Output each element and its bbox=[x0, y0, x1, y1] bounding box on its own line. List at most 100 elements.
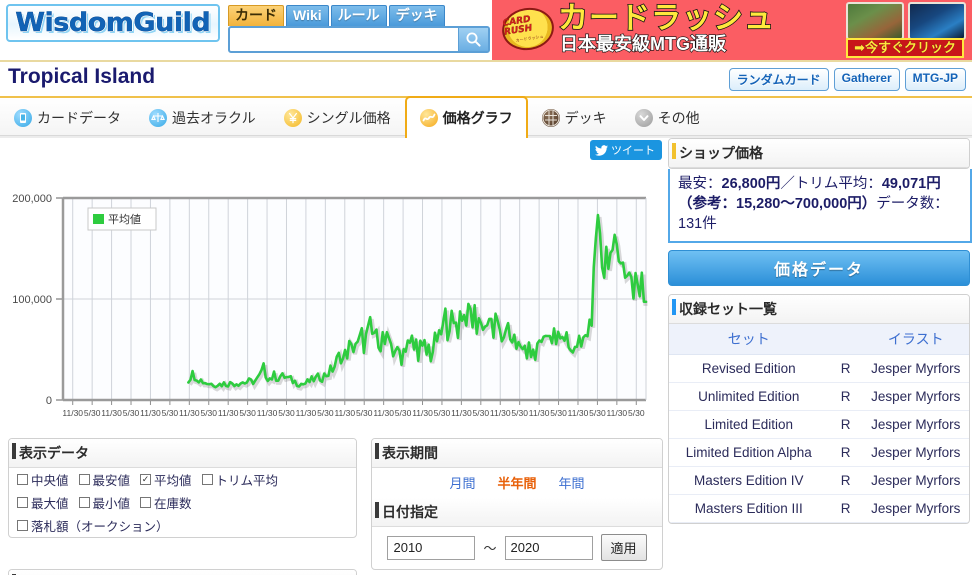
table-row[interactable]: Unlimited Edition R Jesper Myrfors bbox=[669, 382, 969, 411]
checkbox-label: 最小値 bbox=[92, 497, 131, 511]
sets-table-header: セット イラスト bbox=[669, 324, 969, 355]
chevron-down-icon bbox=[634, 109, 653, 127]
site-logo[interactable]: WisdomGuild bbox=[6, 4, 220, 42]
svg-text:11/30: 11/30 bbox=[529, 408, 550, 418]
set-name[interactable]: Unlimited Edition bbox=[669, 382, 829, 411]
set-name[interactable]: Masters Edition III bbox=[669, 494, 829, 523]
banner-title: カードラッシュ bbox=[557, 1, 775, 36]
checkbox-中央値[interactable]: 中央値 bbox=[17, 470, 69, 489]
checkbox-トリム平均[interactable]: トリム平均 bbox=[201, 470, 278, 489]
display-data-row-0: 中央値 最安値 ✓ 平均値 トリム平均 bbox=[9, 468, 356, 491]
checkbox-box[interactable] bbox=[17, 520, 28, 531]
yen-price-icon bbox=[283, 109, 302, 127]
set-name[interactable]: Revised Edition bbox=[669, 354, 829, 383]
period-link-2[interactable]: 年間 bbox=[559, 473, 585, 492]
tab-2[interactable]: シングル価格 bbox=[270, 98, 405, 138]
svg-text:11/30: 11/30 bbox=[334, 408, 355, 418]
checkbox-在庫数[interactable]: 在庫数 bbox=[140, 493, 192, 512]
tab-1[interactable]: 過去オラクル bbox=[135, 98, 270, 138]
card-data-icon bbox=[14, 109, 32, 127]
svg-text:11/30: 11/30 bbox=[62, 408, 83, 418]
checkbox-box[interactable] bbox=[140, 497, 152, 508]
svg-text:5/30: 5/30 bbox=[278, 408, 295, 418]
search-button[interactable] bbox=[458, 28, 488, 51]
svg-text:5/30: 5/30 bbox=[123, 408, 140, 418]
nav-tab-1[interactable]: Wiki bbox=[286, 5, 329, 26]
period-link-0[interactable]: 月間 bbox=[449, 473, 475, 492]
period-title: 表示期間 bbox=[372, 439, 662, 468]
svg-text:5/30: 5/30 bbox=[473, 408, 490, 418]
table-row[interactable]: Revised Edition R Jesper Myrfors bbox=[669, 354, 969, 383]
tweet-button[interactable]: ツイート bbox=[590, 140, 662, 160]
table-row[interactable]: Limited Edition Alpha R Jesper Myrfors bbox=[669, 438, 969, 467]
tool-button-0[interactable]: ランダムカード bbox=[728, 68, 829, 91]
set-name[interactable]: Limited Edition bbox=[669, 410, 829, 439]
main-content: ツイート 0 100,000 200,000 平均値 11/30 5/30 11/30 5/3… bbox=[0, 138, 972, 575]
display-scale-title: 表示スケール bbox=[9, 570, 356, 575]
tab-label: デッキ bbox=[564, 110, 607, 126]
tool-button-1[interactable]: Gatherer bbox=[833, 68, 900, 91]
svg-text:5/30: 5/30 bbox=[356, 408, 373, 418]
date-range-title: 日付指定 bbox=[372, 498, 662, 527]
tab-4[interactable]: デッキ bbox=[528, 98, 621, 138]
apply-button[interactable]: 適用 bbox=[600, 534, 647, 561]
card-title-row: Tropical Island ランダムカード Gatherer MTG-JP bbox=[0, 62, 972, 96]
logo-text: WisdomGuild bbox=[15, 8, 211, 38]
date-range-row: 〜 適用 bbox=[372, 527, 662, 569]
checkbox-box[interactable] bbox=[201, 474, 213, 485]
checkbox-box[interactable] bbox=[17, 497, 28, 508]
tab-5[interactable]: その他 bbox=[621, 98, 714, 138]
table-row[interactable]: Masters Edition IV R Jesper Myrfors bbox=[669, 466, 969, 495]
svg-text:平均値: 平均値 bbox=[108, 213, 141, 226]
set-name[interactable]: Limited Edition Alpha bbox=[669, 438, 829, 467]
date-from-input[interactable] bbox=[387, 535, 476, 560]
magnifier-icon bbox=[466, 32, 481, 47]
banner-cta-button[interactable]: ➡今すぐクリック bbox=[846, 38, 964, 58]
tab-3[interactable]: 価格グラフ bbox=[404, 96, 528, 138]
search-box[interactable] bbox=[228, 26, 490, 53]
svg-text:11/30: 11/30 bbox=[412, 408, 433, 418]
shop-price-panel: ショップ価格 bbox=[668, 138, 970, 169]
sets-column-2: イラスト bbox=[862, 324, 969, 355]
price-data-button[interactable]: 価格データ bbox=[668, 250, 970, 286]
checkbox-box[interactable] bbox=[17, 474, 28, 485]
set-artist: Jesper Myrfors bbox=[862, 382, 969, 411]
checkbox-label: 中央値 bbox=[31, 474, 69, 488]
tab-0[interactable]: カードデータ bbox=[0, 98, 135, 138]
date-separator: 〜 bbox=[483, 541, 497, 556]
svg-text:11/30: 11/30 bbox=[218, 408, 239, 418]
nav-tab-3[interactable]: デッキ bbox=[388, 5, 445, 26]
nav-tab-0[interactable]: カード bbox=[228, 5, 284, 26]
checkbox-最大値[interactable]: 最大値 bbox=[17, 493, 69, 512]
sets-column-1 bbox=[828, 324, 863, 355]
checkbox-落札額（オークション）[interactable]: 落札額（オークション） bbox=[17, 516, 169, 535]
svg-text:11/30: 11/30 bbox=[257, 408, 278, 418]
checkbox-box[interactable] bbox=[78, 497, 90, 508]
checkbox-box[interactable]: ✓ bbox=[140, 474, 152, 485]
tab-label: その他 bbox=[657, 110, 700, 126]
advertisement-banner[interactable]: CARD RUSH カードラッシュ カードラッシュ 日本最安級MTG通販 ➡今す… bbox=[492, 0, 972, 60]
period-link-1[interactable]: 半年間 bbox=[497, 473, 536, 492]
checkbox-box[interactable] bbox=[78, 474, 90, 485]
card-rush-logo-text: CARD RUSH bbox=[502, 14, 533, 38]
svg-text:5/30: 5/30 bbox=[200, 408, 217, 418]
sets-column-0: セット bbox=[669, 324, 829, 355]
checkbox-平均値[interactable]: ✓ 平均値 bbox=[140, 470, 192, 489]
set-rarity: R bbox=[828, 438, 863, 467]
checkbox-最安値[interactable]: 最安値 bbox=[78, 470, 130, 489]
checkbox-最小値[interactable]: 最小値 bbox=[78, 493, 131, 512]
search-input[interactable] bbox=[230, 28, 458, 51]
price-chart[interactable]: 0 100,000 200,000 平均値 11/30 5/30 11/30 5/30 11/3… bbox=[6, 162, 658, 424]
external-link-buttons: ランダムカード Gatherer MTG-JP bbox=[728, 68, 966, 91]
table-row[interactable]: Limited Edition R Jesper Myrfors bbox=[669, 410, 969, 439]
date-to-input[interactable] bbox=[504, 535, 593, 560]
nav-tab-2[interactable]: ルール bbox=[330, 5, 387, 26]
set-rarity: R bbox=[828, 410, 863, 439]
right-sidebar: ショップ価格 最安：26,800円／トリム平均：49,071円（参考：15,28… bbox=[668, 138, 972, 575]
table-row[interactable]: Masters Edition III R Jesper Myrfors bbox=[669, 494, 969, 523]
tool-button-2[interactable]: MTG-JP bbox=[904, 68, 966, 91]
price-range-text: （参考：15,280〜700,000円） bbox=[678, 196, 877, 212]
tweet-row: ツイート bbox=[590, 140, 662, 160]
sets-table: セット イラスト Revised Edition R Jesper Myrfors Un… bbox=[669, 324, 969, 523]
set-name[interactable]: Masters Edition IV bbox=[669, 466, 829, 495]
